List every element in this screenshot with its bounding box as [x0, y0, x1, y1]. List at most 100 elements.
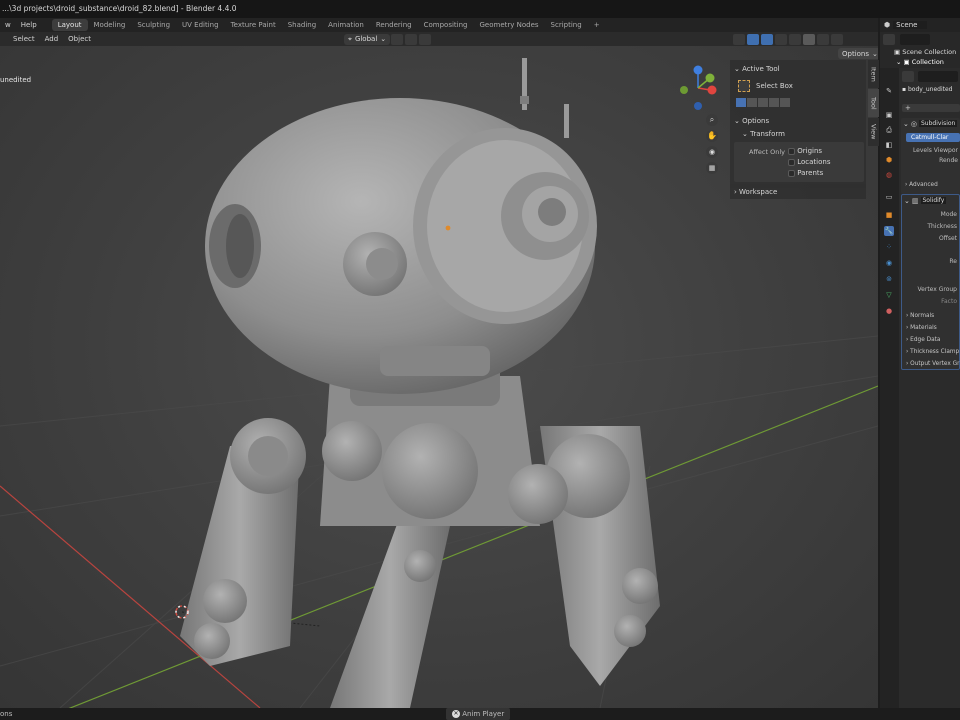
- menu-select[interactable]: Select: [8, 35, 40, 43]
- selection-mode-buttons[interactable]: [736, 98, 790, 107]
- data-tab-icon[interactable]: ▽: [884, 290, 894, 300]
- add-workspace-button[interactable]: +: [588, 19, 606, 31]
- mode-extend-icon[interactable]: [747, 98, 757, 107]
- options-dropdown[interactable]: Options ⌄: [838, 48, 878, 59]
- edge-data-panel[interactable]: › Edge Data: [906, 337, 940, 343]
- chevron-down-icon: ⌄: [903, 119, 909, 128]
- scene-tab-icon[interactable]: ⬢: [884, 155, 894, 165]
- advanced-panel[interactable]: › Advanced: [905, 182, 938, 188]
- search-icon[interactable]: [918, 71, 958, 82]
- tab-modeling[interactable]: Modeling: [88, 19, 132, 31]
- physics-tab-icon[interactable]: ◉: [884, 258, 894, 268]
- tab-texture-paint[interactable]: Texture Paint: [225, 19, 282, 31]
- mode-intersect-icon[interactable]: [780, 98, 790, 107]
- view-layer-tab-icon[interactable]: ◧: [884, 140, 894, 150]
- parents-label: Parents: [797, 169, 824, 177]
- add-modifier-button[interactable]: +: [902, 104, 960, 112]
- render-tab-icon[interactable]: ▣: [884, 110, 894, 120]
- material-tab-icon[interactable]: ●: [884, 306, 894, 316]
- options-section-header[interactable]: ⌄ Options: [734, 117, 769, 125]
- scene-selector[interactable]: ⬢ Scene: [880, 18, 960, 32]
- modifier-header[interactable]: ⌄ ◎ Subdivision: [901, 118, 960, 129]
- gizmo-icon[interactable]: [747, 33, 760, 45]
- transform-orientation-dropdown[interactable]: ⌖ Global ⌄: [343, 33, 391, 45]
- tool-tab-icon[interactable]: ✎: [884, 86, 894, 96]
- edge-data-label: Edge Data: [910, 337, 941, 343]
- search-icon[interactable]: [900, 34, 930, 45]
- world-tab-icon[interactable]: ◍: [884, 170, 894, 180]
- mode-subtract-icon[interactable]: [758, 98, 768, 107]
- visibility-icon[interactable]: [733, 33, 746, 45]
- normals-panel[interactable]: › Normals: [906, 313, 934, 319]
- materials-label: Materials: [910, 325, 937, 331]
- tab-tool[interactable]: Tool: [868, 89, 879, 117]
- tab-shading[interactable]: Shading: [282, 19, 322, 31]
- solidify-modifier: ⌄ ▥ Solidify Mode Thickness Offset Re Ve…: [901, 194, 960, 370]
- origins-checkbox[interactable]: Origins: [788, 147, 822, 155]
- tab-scripting[interactable]: Scripting: [545, 19, 588, 31]
- xray-icon[interactable]: [775, 33, 788, 45]
- subdivision-name[interactable]: Subdivision: [918, 120, 958, 127]
- navigation-gizmo[interactable]: [676, 60, 736, 120]
- scene-collection-row[interactable]: ▣ Scene Collection: [894, 48, 956, 56]
- camera-icon[interactable]: ◉: [706, 146, 718, 158]
- catmull-clark-label: Catmull-Clar: [911, 134, 949, 141]
- collection-icon: ▣: [903, 58, 910, 66]
- materials-panel[interactable]: › Materials: [906, 325, 937, 331]
- snap-icon[interactable]: [405, 33, 418, 45]
- active-tool-header[interactable]: ⌄ Active Tool: [734, 65, 780, 73]
- workspace-section[interactable]: › Workspace: [730, 184, 866, 199]
- shading-wireframe-icon[interactable]: [789, 33, 802, 45]
- mesh-icon: ▪: [902, 86, 907, 93]
- shading-solid-icon[interactable]: [803, 33, 816, 45]
- display-mode-icon[interactable]: [883, 34, 895, 45]
- catmull-clark-button[interactable]: Catmull-Clar: [906, 133, 960, 142]
- transform-section-header[interactable]: ⌄ Transform: [742, 130, 785, 138]
- modifier-header[interactable]: ⌄ ▥ Solidify: [902, 195, 959, 206]
- shading-material-icon[interactable]: [817, 33, 830, 45]
- parents-checkbox[interactable]: Parents: [788, 169, 823, 177]
- tab-item[interactable]: Item: [868, 60, 879, 88]
- tab-layout[interactable]: Layout: [51, 19, 88, 31]
- object-tab-icon[interactable]: ■: [884, 210, 894, 220]
- output-tab-icon[interactable]: ⎙: [884, 125, 894, 135]
- close-icon[interactable]: ✕: [452, 710, 460, 718]
- anim-player-button[interactable]: ✕ Anim Player: [446, 708, 511, 720]
- menu-object[interactable]: Object: [63, 35, 96, 43]
- editor-type-icon[interactable]: [1, 34, 7, 45]
- tab-geometry-nodes[interactable]: Geometry Nodes: [474, 19, 545, 31]
- locations-checkbox[interactable]: Locations: [788, 158, 831, 166]
- constraints-tab-icon[interactable]: ⊚: [884, 274, 894, 284]
- pivot-icon[interactable]: [391, 33, 404, 45]
- mode-invert-icon[interactable]: [769, 98, 779, 107]
- shading-rendered-icon[interactable]: [831, 33, 844, 45]
- tab-animation[interactable]: Animation: [322, 19, 370, 31]
- chevron-down-icon: ⌄: [904, 196, 910, 205]
- collection-row[interactable]: ⌄ ▣ Collection: [896, 58, 944, 66]
- menu-add[interactable]: Add: [40, 35, 64, 43]
- thickness-clamp-panel[interactable]: › Thickness Clamp: [906, 349, 959, 355]
- particles-tab-icon[interactable]: ⁘: [884, 242, 894, 252]
- subdivision-modifier: ⌄ ◎ Subdivision Catmull-Clar Levels View…: [901, 118, 960, 194]
- window-title: ...\3d projects\droid_substance\droid_82…: [2, 4, 237, 13]
- select-box-icon[interactable]: [738, 80, 750, 92]
- proportional-edit-icon[interactable]: [419, 33, 432, 45]
- grid-view-icon[interactable]: ▦: [706, 162, 718, 174]
- tab-compositing[interactable]: Compositing: [418, 19, 474, 31]
- mode-set-icon[interactable]: [736, 98, 746, 107]
- collection-tab-icon[interactable]: ▭: [884, 192, 894, 202]
- editor-type-icon[interactable]: [902, 71, 914, 82]
- menu-help[interactable]: Help: [16, 21, 42, 29]
- menu-window[interactable]: w: [0, 21, 16, 29]
- tab-rendering[interactable]: Rendering: [370, 19, 418, 31]
- modifier-wrench-icon[interactable]: 🔧: [884, 226, 894, 236]
- zoom-icon[interactable]: ⌕: [706, 114, 718, 126]
- overlay-icon[interactable]: [761, 33, 774, 45]
- locations-label: Locations: [797, 158, 831, 166]
- pan-hand-icon[interactable]: ✋: [706, 130, 718, 142]
- tab-uv-editing[interactable]: UV Editing: [176, 19, 225, 31]
- output-vertex-groups-panel[interactable]: › Output Vertex Gr: [906, 361, 960, 367]
- solidify-name[interactable]: Solidify: [920, 197, 947, 204]
- tab-view[interactable]: View: [868, 118, 879, 146]
- tab-sculpting[interactable]: Sculpting: [131, 19, 176, 31]
